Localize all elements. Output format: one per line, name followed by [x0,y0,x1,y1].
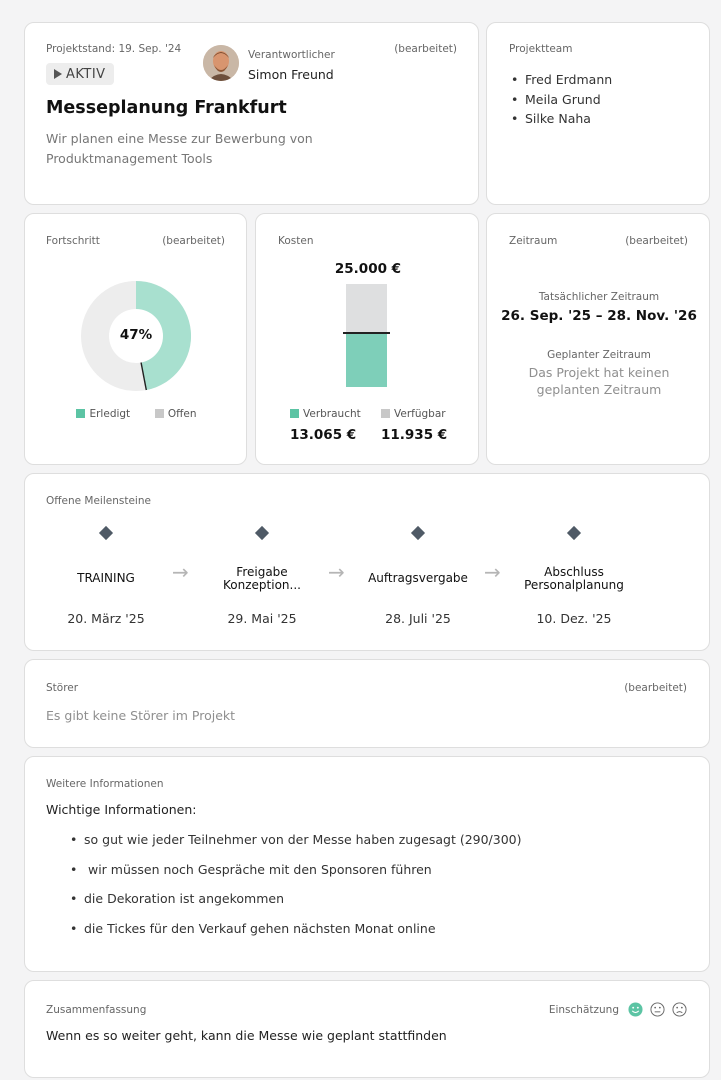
milestone-diamond-icon [566,525,582,541]
milestone[interactable]: Freigabe Konzeption... 29. Mai '25 [202,524,322,634]
info-item: die Tickes für den Verkauf gehen nächste… [70,921,522,951]
legend-open-label: Offen [167,408,197,420]
avatar [203,45,239,81]
team-card: Projektteam Fred Erdmann Meila Grund Sil… [486,22,710,205]
costs-total: 25.000 € [334,261,402,277]
status-label: AKTIV [66,66,106,82]
progress-label: Fortschritt [46,235,100,247]
info-list: so gut wie jeder Teilnehmer von der Mess… [70,832,522,950]
milestones-card: Offene Meilensteine TRAINING 20. März '2… [24,473,710,651]
team-list: Fred Erdmann Meila Grund Silke Naha [511,70,612,129]
disruptions-label: Störer [46,682,79,694]
smile-icon[interactable] [628,1002,643,1017]
team-member: Silke Naha [511,109,612,129]
info-item: so gut wie jeder Teilnehmer von der Mess… [70,832,522,862]
actual-period-value: 26. Sep. '25 – 28. Nov. '26 [501,308,697,324]
progress-card: Fortschritt (bearbeitet) 47% Erledigt Of… [24,213,247,465]
edited-link[interactable]: (bearbeitet) [624,682,687,694]
sad-face-icon[interactable] [672,1002,687,1017]
disruptions-text: Es gibt keine Störer im Projekt [46,708,236,723]
costs-available-value: 11.935 € [381,427,448,443]
project-description: Wir planen eine Messe zur Bewerbung von … [46,131,313,166]
costs-bar [343,284,390,387]
summary-card: Zusammenfassung Einschätzung Wenn es so … [24,980,710,1078]
edited-link[interactable]: (bearbeitet) [394,43,457,55]
period-label: Zeitraum [509,235,558,247]
legend-done-swatch [76,409,86,418]
costs-used-value: 13.065 € [290,427,357,443]
planned-period-label: Geplanter Zeitraum [547,349,651,361]
info-label: Weitere Informationen [46,778,164,790]
milestones-label: Offene Meilensteine [46,495,151,507]
milestone-diamond-icon [410,525,426,541]
team-member: Fred Erdmann [511,70,612,90]
summary-text: Wenn es so weiter geht, kann die Messe w… [46,1028,447,1043]
costs-bar-used [346,333,387,387]
milestone[interactable]: TRAINING 20. März '25 [46,524,166,634]
play-icon [54,69,62,79]
arrow-right-icon: → [172,560,189,584]
milestone-title: TRAINING [77,571,135,586]
legend-used-swatch [290,409,299,418]
team-member: Meila Grund [511,90,612,110]
project-title: Messeplanung Frankfurt [46,98,287,118]
legend-available: Verfügbar [381,408,446,420]
team-label: Projektteam [509,43,573,55]
legend-done-label: Erledigt [89,408,131,420]
responsible-name: Simon Freund [248,67,334,82]
costs-bar-marker [343,332,390,334]
arrow-right-icon: → [328,560,345,584]
edited-link[interactable]: (bearbeitet) [625,235,688,247]
costs-card: Kosten 25.000 € Verbraucht Verfügbar 13.… [255,213,479,465]
progress-percent: 47% [119,327,153,343]
milestone[interactable]: Auftragsvergabe 28. Juli '25 [358,524,478,634]
milestone-diamond-icon [98,525,114,541]
planned-period-value: Das Projekt hat keinen geplanten Zeitrau… [528,365,670,397]
info-item: die Dekoration ist angekommen [70,891,522,921]
edited-link[interactable]: (bearbeitet) [162,235,225,247]
costs-label: Kosten [278,235,314,247]
legend-used: Verbraucht [290,408,361,420]
milestone-date: 10. Dez. '25 [536,611,612,626]
neutral-face-icon[interactable] [650,1002,665,1017]
milestone-title: Auftragsvergabe [368,571,468,586]
milestone-date: 28. Juli '25 [385,611,451,626]
rating-label: Einschätzung [548,1004,619,1016]
legend-open-swatch [154,409,164,418]
milestone-date: 20. März '25 [67,611,145,626]
summary-label: Zusammenfassung [46,1004,147,1016]
info-card: Weitere Informationen Wichtige Informati… [24,756,710,972]
milestone[interactable]: Abschluss Personalplanung 10. Dez. '25 [514,524,634,634]
milestone-date: 29. Mai '25 [227,611,297,626]
progress-legend: Erledigt Offen [25,408,248,420]
disruptions-card: Störer (bearbeitet) Es gibt keine Störer… [24,659,710,748]
responsible-label: Verantwortlicher [248,49,335,61]
milestone-diamond-icon [254,525,270,541]
status-badge: AKTIV [46,63,114,85]
period-card: Zeitraum (bearbeitet) Tatsächlicher Zeit… [486,213,710,465]
arrow-right-icon: → [484,560,501,584]
info-item: wir müssen noch Gespräche mit den Sponso… [70,862,522,892]
actual-period-label: Tatsächlicher Zeitraum [538,291,660,303]
milestone-title: Freigabe Konzeption... [223,564,301,592]
info-heading: Wichtige Informationen: [46,802,197,817]
legend-available-swatch [381,409,390,418]
project-date: Projektstand: 19. Sep. '24 [46,43,182,55]
project-card: Projektstand: 19. Sep. '24 AKTIV Verantw… [24,22,479,205]
milestone-title: Abschluss Personalplanung [524,564,624,592]
